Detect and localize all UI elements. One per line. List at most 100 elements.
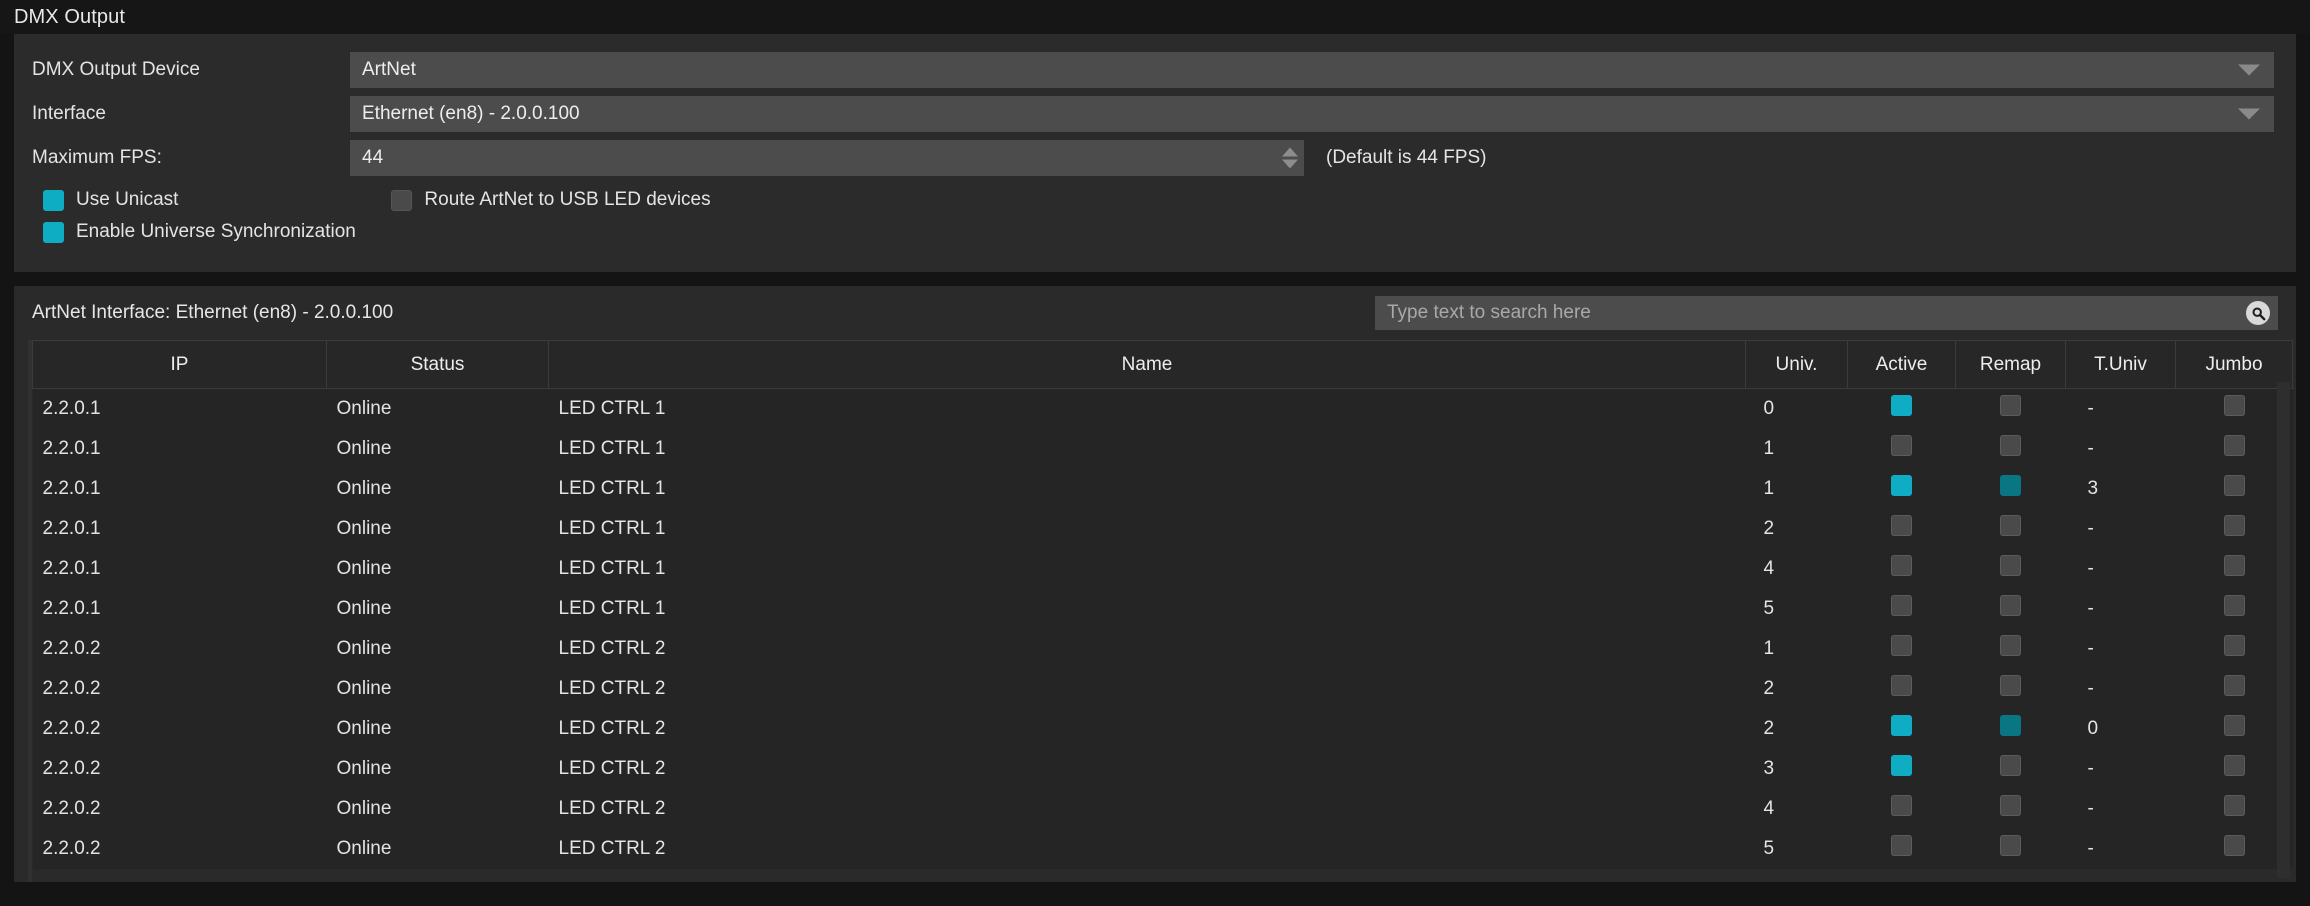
cell-jumbo-checkbox[interactable]: [2223, 675, 2245, 696]
cell-active-checkbox[interactable]: [1891, 595, 1912, 616]
search-box[interactable]: [1375, 296, 2278, 330]
cell-active-cell[interactable]: [1847, 428, 1956, 469]
cell-active-cell[interactable]: [1847, 748, 1956, 789]
cell-jumbo-checkbox[interactable]: [2223, 395, 2245, 417]
cell-remap-checkbox[interactable]: [2000, 835, 2021, 856]
cell-remap-cell[interactable]: [1955, 788, 2066, 829]
cell-active-cell[interactable]: [1847, 828, 1956, 869]
cell-active-checkbox[interactable]: [1891, 475, 1912, 496]
dropdown-interface[interactable]: Ethernet (en8) - 2.0.0.100: [350, 96, 2274, 132]
cell-remap-cell[interactable]: [1955, 548, 2066, 589]
cell-remap-checkbox[interactable]: [2000, 395, 2021, 417]
cell-active-cell[interactable]: [1847, 388, 1956, 429]
checkbox-use-unicast-box[interactable]: [43, 189, 64, 211]
cell-jumbo-checkbox[interactable]: [2223, 595, 2245, 616]
column-header-tuniv[interactable]: T.Univ: [2065, 340, 2176, 389]
cell-remap-cell[interactable]: [1955, 428, 2066, 469]
cell-active-cell[interactable]: [1847, 588, 1956, 629]
table-row[interactable]: 2.2.0.2 Online LED CTRL 23 -: [32, 748, 2293, 789]
table-row[interactable]: 2.2.0.2 Online LED CTRL 25 -: [32, 828, 2293, 869]
cell-jumbo-cell[interactable]: [2175, 388, 2293, 429]
cell-jumbo-checkbox[interactable]: [2223, 555, 2245, 576]
spinner-down-icon[interactable]: [1282, 159, 1298, 169]
table-row[interactable]: 2.2.0.1 Online LED CTRL 14 -: [32, 548, 2293, 589]
cell-active-checkbox[interactable]: [1891, 395, 1912, 417]
table-row[interactable]: 2.2.0.1 Online LED CTRL 10 -: [32, 388, 2293, 429]
cell-jumbo-cell[interactable]: [2175, 628, 2293, 669]
cell-jumbo-cell[interactable]: [2175, 508, 2293, 549]
column-header-remap[interactable]: Remap: [1955, 340, 2066, 389]
cell-active-cell[interactable]: [1847, 468, 1956, 509]
maximum-fps-stepper[interactable]: 44: [350, 140, 1304, 176]
cell-active-cell[interactable]: [1847, 668, 1956, 709]
checkbox-route-artnet-to-usb-box[interactable]: [391, 189, 413, 211]
cell-jumbo-checkbox[interactable]: [2223, 515, 2245, 536]
cell-jumbo-cell[interactable]: [2175, 668, 2293, 709]
cell-active-checkbox[interactable]: [1891, 835, 1912, 856]
checkbox-use-unicast[interactable]: Use Unicast: [43, 189, 178, 211]
search-icon[interactable]: [2246, 301, 2270, 325]
cell-jumbo-checkbox[interactable]: [2223, 635, 2245, 656]
table-row[interactable]: 2.2.0.1 Online LED CTRL 12 -: [32, 508, 2293, 549]
cell-jumbo-cell[interactable]: [2175, 428, 2293, 469]
table-vertical-scrollbar[interactable]: [2277, 382, 2290, 878]
cell-active-cell[interactable]: [1847, 548, 1956, 589]
cell-remap-cell[interactable]: [1955, 748, 2066, 789]
table-row[interactable]: 2.2.0.1 Online LED CTRL 11 3: [32, 468, 2293, 509]
search-input[interactable]: [1387, 302, 2266, 324]
cell-jumbo-checkbox[interactable]: [2223, 715, 2245, 736]
cell-jumbo-checkbox[interactable]: [2223, 475, 2245, 496]
column-header-name[interactable]: Name: [548, 340, 1746, 389]
cell-remap-cell[interactable]: [1955, 628, 2066, 669]
cell-remap-checkbox[interactable]: [2000, 555, 2021, 576]
cell-remap-checkbox[interactable]: [2000, 435, 2021, 456]
cell-active-checkbox[interactable]: [1891, 635, 1912, 656]
cell-remap-cell[interactable]: [1955, 708, 2066, 749]
cell-jumbo-cell[interactable]: [2175, 588, 2293, 629]
column-header-active[interactable]: Active: [1847, 340, 1956, 389]
checkbox-enable-universe-sync[interactable]: Enable Universe Synchronization: [43, 221, 356, 243]
spinner-up-icon[interactable]: [1282, 147, 1298, 157]
cell-jumbo-cell[interactable]: [2175, 468, 2293, 509]
table-row[interactable]: 2.2.0.2 Online LED CTRL 21 -: [32, 628, 2293, 669]
spinner-arrows[interactable]: [1282, 147, 1298, 169]
cell-jumbo-cell[interactable]: [2175, 548, 2293, 589]
cell-remap-checkbox[interactable]: [2000, 515, 2021, 536]
column-header-jumbo[interactable]: Jumbo: [2175, 340, 2293, 389]
cell-remap-cell[interactable]: [1955, 668, 2066, 709]
cell-active-cell[interactable]: [1847, 708, 1956, 749]
cell-active-cell[interactable]: [1847, 508, 1956, 549]
cell-jumbo-cell[interactable]: [2175, 788, 2293, 829]
cell-active-checkbox[interactable]: [1891, 515, 1912, 536]
cell-active-checkbox[interactable]: [1891, 675, 1912, 696]
checkbox-route-artnet-to-usb[interactable]: Route ArtNet to USB LED devices: [391, 189, 711, 211]
column-header-univ[interactable]: Univ.: [1745, 340, 1848, 389]
cell-remap-checkbox[interactable]: [2000, 715, 2021, 736]
cell-remap-checkbox[interactable]: [2000, 475, 2021, 496]
cell-remap-checkbox[interactable]: [2000, 675, 2021, 696]
table-row[interactable]: 2.2.0.2 Online LED CTRL 22 -: [32, 668, 2293, 709]
table-row[interactable]: 2.2.0.2 Online LED CTRL 22 0: [32, 708, 2293, 749]
cell-active-checkbox[interactable]: [1891, 755, 1912, 776]
cell-remap-cell[interactable]: [1955, 588, 2066, 629]
cell-active-checkbox[interactable]: [1891, 795, 1912, 816]
cell-remap-checkbox[interactable]: [2000, 635, 2021, 656]
cell-active-cell[interactable]: [1847, 788, 1956, 829]
checkbox-enable-universe-sync-box[interactable]: [43, 221, 64, 243]
cell-jumbo-cell[interactable]: [2175, 748, 2293, 789]
cell-remap-cell[interactable]: [1955, 468, 2066, 509]
table-row[interactable]: 2.2.0.1 Online LED CTRL 15 -: [32, 588, 2293, 629]
table-row[interactable]: 2.2.0.2 Online LED CTRL 24 -: [32, 788, 2293, 829]
cell-remap-checkbox[interactable]: [2000, 595, 2021, 616]
column-header-ip[interactable]: IP: [32, 340, 327, 389]
cell-jumbo-checkbox[interactable]: [2223, 435, 2245, 456]
cell-jumbo-checkbox[interactable]: [2223, 835, 2245, 856]
cell-remap-cell[interactable]: [1955, 508, 2066, 549]
cell-jumbo-checkbox[interactable]: [2223, 755, 2245, 776]
column-header-status[interactable]: Status: [326, 340, 549, 389]
cell-jumbo-checkbox[interactable]: [2223, 795, 2245, 816]
dropdown-dmx-output-device[interactable]: ArtNet: [350, 52, 2274, 88]
cell-jumbo-cell[interactable]: [2175, 828, 2293, 869]
cell-remap-cell[interactable]: [1955, 388, 2066, 429]
cell-active-checkbox[interactable]: [1891, 715, 1912, 736]
